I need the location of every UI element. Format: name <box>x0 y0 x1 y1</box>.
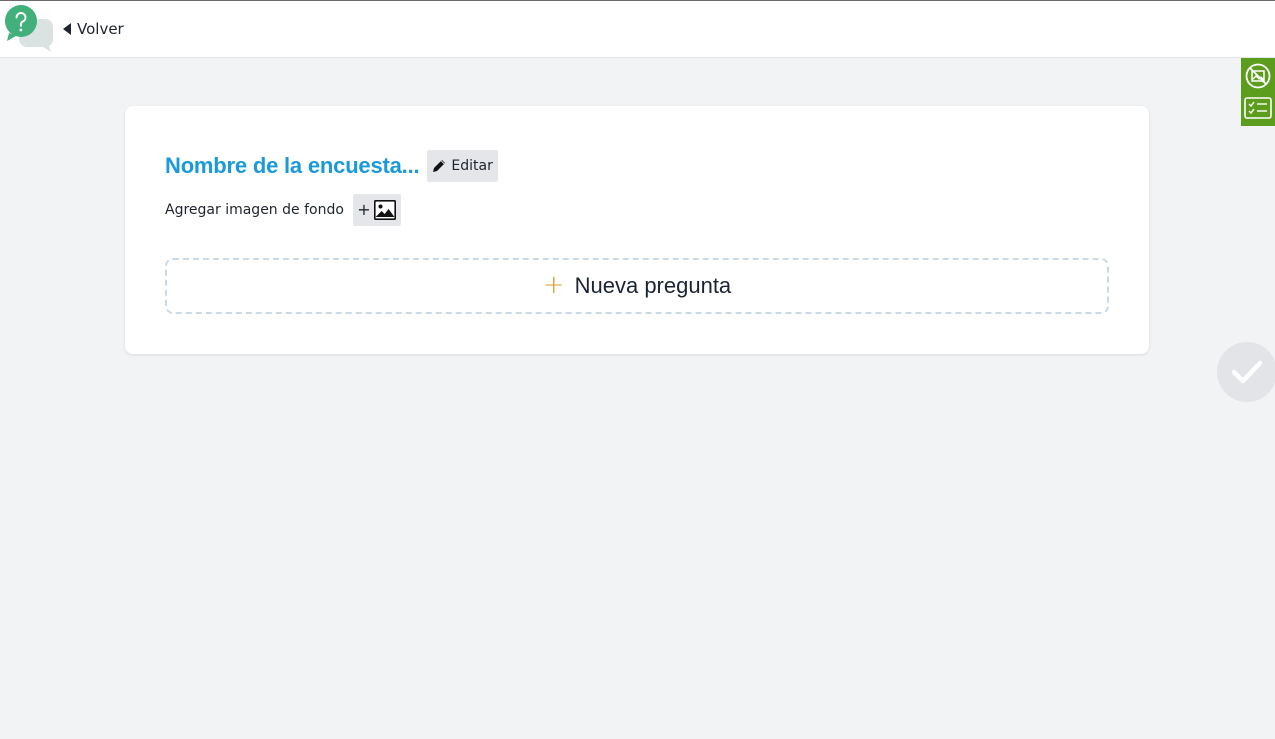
image-icon <box>373 200 396 220</box>
survey-card: Nombre de la encuesta... Editar Agregar … <box>125 106 1149 354</box>
survey-title: Nombre de la encuesta... <box>165 153 420 178</box>
checklist-icon <box>1244 97 1272 119</box>
survey-title-row: Nombre de la encuesta... Editar <box>165 150 498 182</box>
edit-title-button[interactable]: Editar <box>427 150 498 182</box>
new-question-button[interactable]: + Nueva pregunta <box>165 258 1109 314</box>
checkmark-icon <box>1231 360 1263 384</box>
background-image-row: Agregar imagen de fondo + <box>165 194 401 226</box>
side-toolbar <box>1241 58 1275 126</box>
image-off-icon <box>1245 63 1271 89</box>
background-image-label: Agregar imagen de fondo <box>165 202 344 218</box>
top-bar: Volver <box>0 0 1275 58</box>
checklist-tool[interactable] <box>1243 93 1273 123</box>
back-button[interactable]: Volver <box>63 20 124 38</box>
pencil-icon <box>433 160 446 172</box>
hide-image-tool[interactable] <box>1243 61 1273 91</box>
plus-icon: + <box>357 200 371 219</box>
caret-left-icon <box>63 23 71 35</box>
add-background-image-button[interactable]: + <box>352 194 401 226</box>
plus-icon: + <box>542 269 565 300</box>
back-label: Volver <box>77 20 124 38</box>
edit-label: Editar <box>451 158 493 174</box>
new-question-label: Nueva pregunta <box>574 273 732 298</box>
app-logo-icon[interactable] <box>5 5 53 53</box>
confirm-button[interactable] <box>1217 342 1275 402</box>
